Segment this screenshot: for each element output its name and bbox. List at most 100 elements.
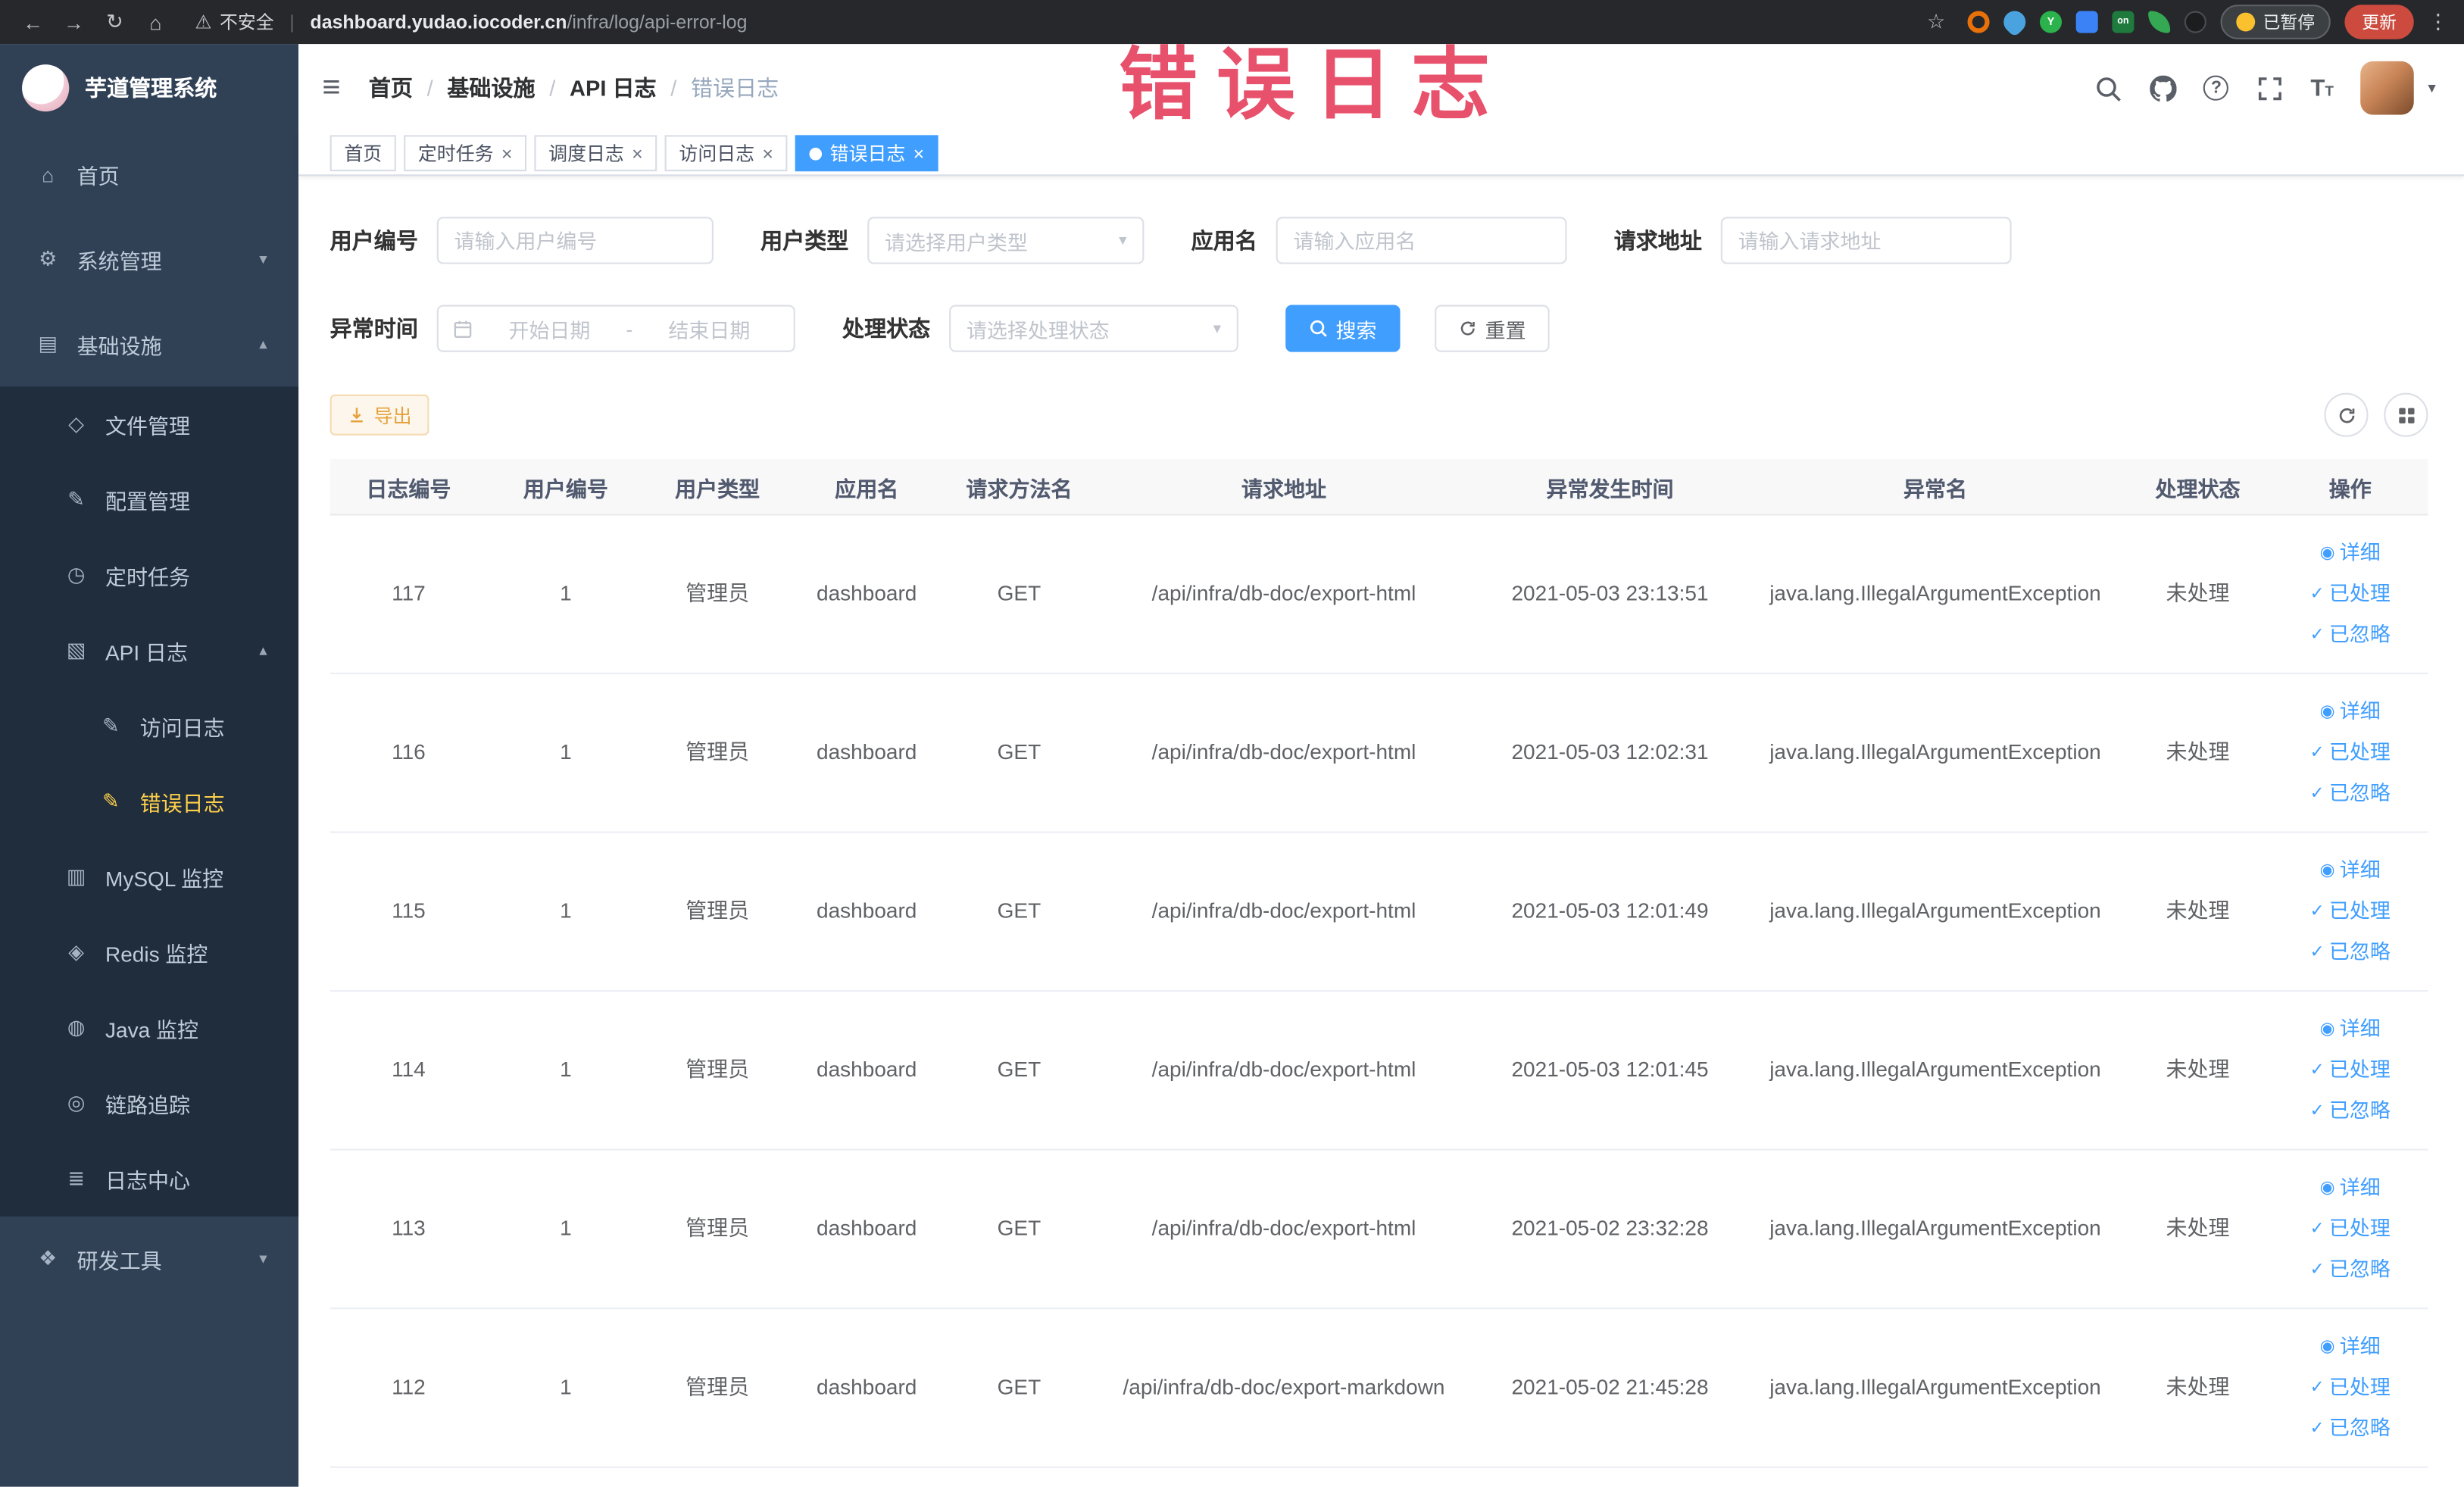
breadcrumb-infrastructure[interactable]: 基础设施 [447,72,535,103]
sidebar-item-config-management[interactable]: ✎ 配置管理 [0,462,298,538]
sidebar-item-trace[interactable]: ◎ 链路追踪 [0,1066,298,1142]
cell-actions: ◉ 详细 ✓ 已处理 ✓ 已忽略 [2272,1009,2428,1132]
breadcrumb-home[interactable]: 首页 [369,72,413,103]
extension-y-icon[interactable]: Y [2039,11,2063,33]
action-ignored-link[interactable]: ✓ 已忽略 [2310,1249,2391,1290]
action-detail-link[interactable]: ◉ 详细 [2320,1009,2381,1050]
export-button[interactable]: 导出 [329,394,429,436]
breadcrumb-separator: / [549,75,556,101]
close-icon[interactable]: × [501,144,513,163]
user-avatar[interactable] [2360,61,2414,115]
search-button[interactable]: 搜索 [1285,305,1401,352]
eye-icon: ◉ [2319,543,2335,563]
sidebar-item-label: 首页 [77,164,120,189]
breadcrumb-api-log[interactable]: API 日志 [570,72,657,103]
action-ignored-link[interactable]: ✓ 已忽略 [2310,1408,2391,1449]
tag-home[interactable]: 首页 [329,135,396,172]
cell-url: /api/infra/db-doc/export-html [1151,1216,1416,1240]
sidebar-item-access-log[interactable]: ✎ 访问日志 [0,689,298,764]
extension-grid-icon[interactable] [2075,11,2098,33]
app-name-input[interactable] [1276,217,1567,264]
action-detail-link[interactable]: ◉ 详细 [2320,850,2381,891]
sidebar: 芋道管理系统 ⌂ 首页 ⚙ 系统管理 ▾ ▤ 基础设施 ▴ ◇ 文件管理 ✎ 配… [0,44,299,1487]
github-icon[interactable] [2149,74,2177,102]
tag-access-log[interactable]: 访问日志 × [664,135,788,172]
sidebar-item-file-management[interactable]: ◇ 文件管理 [0,386,298,462]
action-detail-link[interactable]: ◉ 详细 [2320,1326,2381,1367]
sidebar-item-java-monitor[interactable]: ◍ Java 监控 [0,990,298,1066]
action-processed-link[interactable]: ✓ 已处理 [2310,573,2391,614]
fullscreen-icon[interactable] [2256,74,2284,102]
close-icon[interactable]: × [913,144,925,163]
close-icon[interactable]: × [762,144,773,163]
action-ignored-link[interactable]: ✓ 已忽略 [2310,1091,2391,1132]
user-type-label: 用户类型 [760,227,849,254]
hamburger-icon[interactable]: ≡ [322,72,340,103]
extension-paw-icon[interactable] [2184,11,2206,33]
action-processed-link[interactable]: ✓ 已处理 [2310,1367,2391,1408]
sidebar-item-system[interactable]: ⚙ 系统管理 ▾ [0,217,298,301]
close-icon[interactable]: × [632,144,643,163]
cell-id: 112 [392,1375,426,1399]
reload-icon[interactable]: ↻ [98,9,133,34]
export-button-label: 导出 [373,405,412,427]
action-processed-link[interactable]: ✓ 已处理 [2310,733,2391,773]
action-detail-link[interactable]: ◉ 详细 [2320,692,2381,733]
table-row: 114 1 管理员 dashboard GET/api/infra/db-doc/exp… [329,992,2428,1151]
action-detail-link[interactable]: ◉ 详细 [2320,533,2381,573]
profile-paused-badge[interactable]: 已暂停 [2220,5,2331,39]
sidebar-item-scheduled-jobs[interactable]: ◷ 定时任务 [0,538,298,614]
extension-on-icon[interactable]: on [2112,11,2135,33]
process-status-select[interactable]: 请选择处理状态 ▾ [949,305,1238,352]
tag-error-log[interactable]: 错误日志 × [795,135,938,172]
action-processed-link[interactable]: ✓ 已处理 [2310,1050,2391,1091]
user-type-select[interactable]: 请选择用户类型 ▾ [867,217,1145,264]
address-bar[interactable]: dashboard.yudao.iocoder.cn/infra/log/api… [311,11,748,33]
bookmark-star-icon[interactable]: ☆ [1919,9,1953,34]
breadcrumb: 首页 / 基础设施 / API 日志 / 错误日志 [369,72,779,103]
avatar-caret-icon[interactable]: ▾ [2428,80,2435,97]
back-icon[interactable]: ← [16,10,51,33]
cell-time: 2021-05-03 12:02:31 [1511,739,1709,764]
user-id-input[interactable] [436,217,714,264]
update-button[interactable]: 更新 [2344,5,2414,39]
sidebar-item-log-center[interactable]: ≣ 日志中心 [0,1141,298,1217]
sidebar-item-infrastructure[interactable]: ▤ 基础设施 ▴ [0,301,298,386]
sidebar-item-mysql-monitor[interactable]: ▥ MySQL 监控 [0,839,298,915]
sidebar-item-dev-tools[interactable]: ❖ 研发工具 ▾ [0,1217,298,1301]
action-label: 已忽略 [2328,781,2391,805]
action-detail-link[interactable]: ◉ 详细 [2320,1168,2381,1209]
tag-schedule-log[interactable]: 调度日志 × [534,135,657,172]
sidebar-item-error-log[interactable]: ✎ 错误日志 [0,764,298,839]
check-icon: ✓ [2309,1061,2325,1080]
action-processed-link[interactable]: ✓ 已处理 [2310,1208,2391,1249]
extension-drop-icon[interactable] [1999,6,2031,38]
extension-leaf-icon[interactable] [2148,11,2171,33]
tags-view-bar: 首页 定时任务 × 调度日志 × 访问日志 × 错误日志 × [298,132,2464,177]
action-ignored-link[interactable]: ✓ 已忽略 [2310,932,2391,973]
refresh-table-button[interactable] [2324,392,2369,437]
action-processed-link[interactable]: ✓ 已处理 [2310,891,2391,932]
action-ignored-link[interactable]: ✓ 已忽略 [2310,773,2391,814]
font-size-icon[interactable]: TT [2310,75,2333,102]
sidebar-logo[interactable]: 芋道管理系统 [0,44,298,132]
home-icon[interactable]: ⌂ [139,10,173,33]
column-settings-button[interactable] [2384,392,2428,437]
action-label: 已处理 [2328,898,2391,923]
sidebar-item-api-log[interactable]: ▧ API 日志 ▴ [0,613,298,689]
action-ignored-link[interactable]: ✓ 已忽略 [2310,614,2391,655]
reset-button[interactable]: 重置 [1435,305,1550,352]
cell-id: 116 [392,739,426,764]
search-icon[interactable] [2094,74,2122,102]
security-chip[interactable]: ⚠ 不安全 [195,9,273,34]
browser-menu-icon[interactable]: ⋮ [2428,9,2448,34]
sidebar-item-redis-monitor[interactable]: ◈ Redis 监控 [0,914,298,990]
extension-ring-icon[interactable] [1967,11,1990,33]
forward-icon[interactable]: → [57,10,92,33]
exception-time-range-picker[interactable]: 开始日期 - 结束日期 [436,305,795,352]
request-url-input[interactable] [1720,217,2012,264]
action-label: 详细 [2339,1334,2381,1358]
tag-scheduled-jobs[interactable]: 定时任务 × [404,135,527,172]
sidebar-item-home[interactable]: ⌂ 首页 [0,132,298,217]
help-icon[interactable]: ? [2203,75,2229,101]
